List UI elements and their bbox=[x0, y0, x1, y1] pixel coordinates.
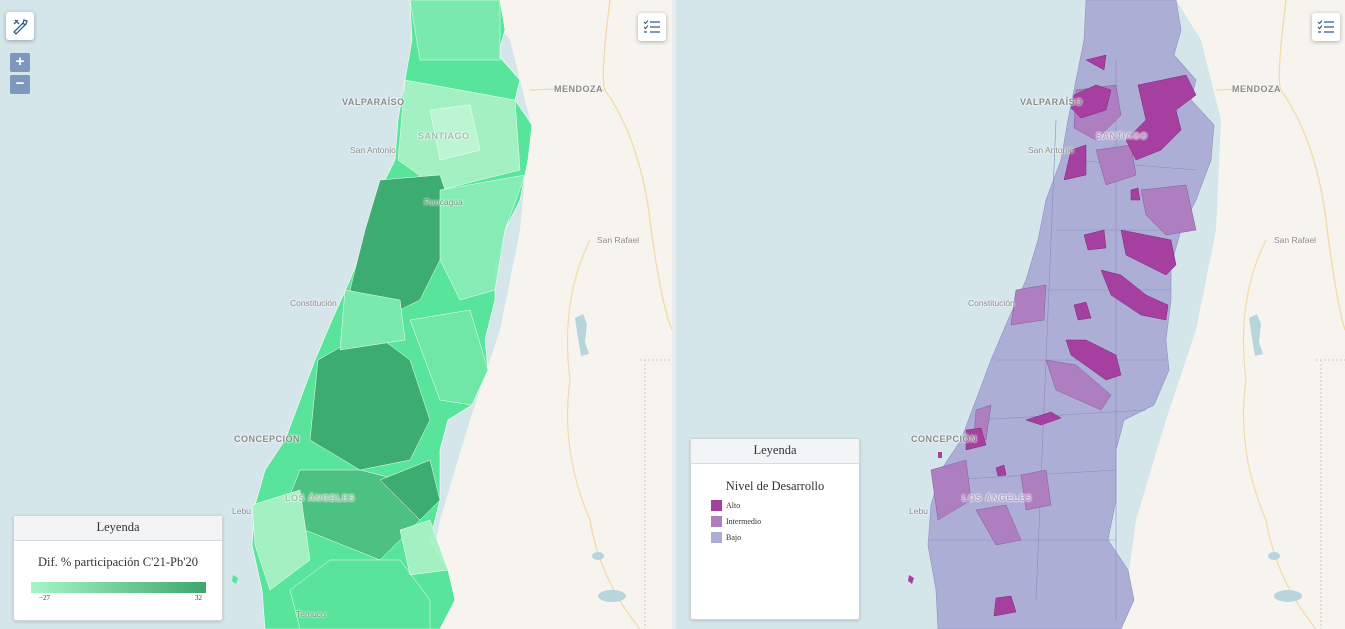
city-label-rancagua: Rancagua bbox=[424, 197, 463, 207]
right-map-panel[interactable]: VALPARAÍSO MENDOZA SANTIAGO San Antonio … bbox=[676, 0, 1345, 629]
city-label-san-rafael: San Rafael bbox=[1274, 235, 1317, 245]
layer-list-button-right[interactable] bbox=[1312, 13, 1340, 41]
city-label-concepcion: CONCEPCIÓN bbox=[911, 434, 978, 444]
city-label-santiago: SANTIAGO bbox=[418, 131, 470, 141]
layer-list-button-left[interactable] bbox=[638, 13, 666, 41]
legend-item-alto: Alto bbox=[711, 497, 859, 513]
legend-item-label: Intermedio bbox=[726, 516, 762, 526]
draw-tool-icon bbox=[13, 19, 28, 35]
legend-title: Leyenda bbox=[691, 439, 859, 464]
zoom-in-button[interactable]: + bbox=[10, 53, 30, 72]
city-label-constitucion: Constitución bbox=[968, 298, 1015, 308]
city-label-los-angeles: LOS ÁNGELES bbox=[962, 493, 1033, 503]
legend-swatch bbox=[711, 515, 722, 527]
legend-item-intermedio: Intermedio bbox=[711, 513, 859, 529]
legend-subtitle: Nivel de Desarrollo bbox=[725, 479, 825, 493]
legend-left: Leyenda Dif. % participación C'21-Pb'20 … bbox=[13, 515, 223, 621]
layer-list-icon bbox=[643, 20, 660, 33]
legend-right: Leyenda Nivel de Desarrollo Alto Interme… bbox=[690, 438, 860, 620]
legend-color-ramp bbox=[31, 582, 206, 593]
city-label-valparaiso: VALPARAÍSO bbox=[1020, 97, 1083, 107]
city-label-san-antonio: San Antonio bbox=[350, 145, 396, 155]
legend-swatch bbox=[711, 499, 722, 511]
legend-max-label: 32 bbox=[195, 594, 202, 602]
city-label-concepcion: CONCEPCIÓN bbox=[234, 434, 301, 444]
city-label-san-antonio: San Antonio bbox=[1028, 145, 1074, 155]
legend-item-label: Alto bbox=[726, 500, 741, 510]
zoom-out-button[interactable]: − bbox=[10, 75, 30, 94]
city-label-san-rafael: San Rafael bbox=[597, 235, 640, 245]
city-label-santiago: SANTIAGO bbox=[1096, 131, 1148, 141]
city-label-los-angeles: LOS ÁNGELES bbox=[285, 493, 356, 503]
legend-swatch bbox=[711, 531, 722, 543]
city-label-lebu: Lebu bbox=[909, 506, 928, 516]
legend-title: Leyenda bbox=[14, 516, 222, 541]
layer-list-icon bbox=[1317, 20, 1334, 33]
city-label-constitucion: Constitución bbox=[290, 298, 337, 308]
city-label-lebu: Lebu bbox=[232, 506, 251, 516]
city-label-mendoza: MENDOZA bbox=[1232, 84, 1281, 94]
city-label-mendoza: MENDOZA bbox=[554, 84, 603, 94]
legend-item-bajo: Bajo bbox=[711, 529, 859, 545]
legend-item-label: Bajo bbox=[726, 532, 742, 542]
legend-min-label: −27 bbox=[39, 594, 50, 602]
left-map-panel[interactable]: VALPARAÍSO MENDOZA SANTIAGO San Antonio … bbox=[0, 0, 672, 629]
legend-subtitle: Dif. % participación C'21-Pb'20 bbox=[37, 555, 199, 569]
city-label-temuco: Temuco bbox=[296, 609, 326, 619]
draw-tool-button[interactable] bbox=[6, 12, 34, 40]
city-label-valparaiso: VALPARAÍSO bbox=[342, 97, 405, 107]
